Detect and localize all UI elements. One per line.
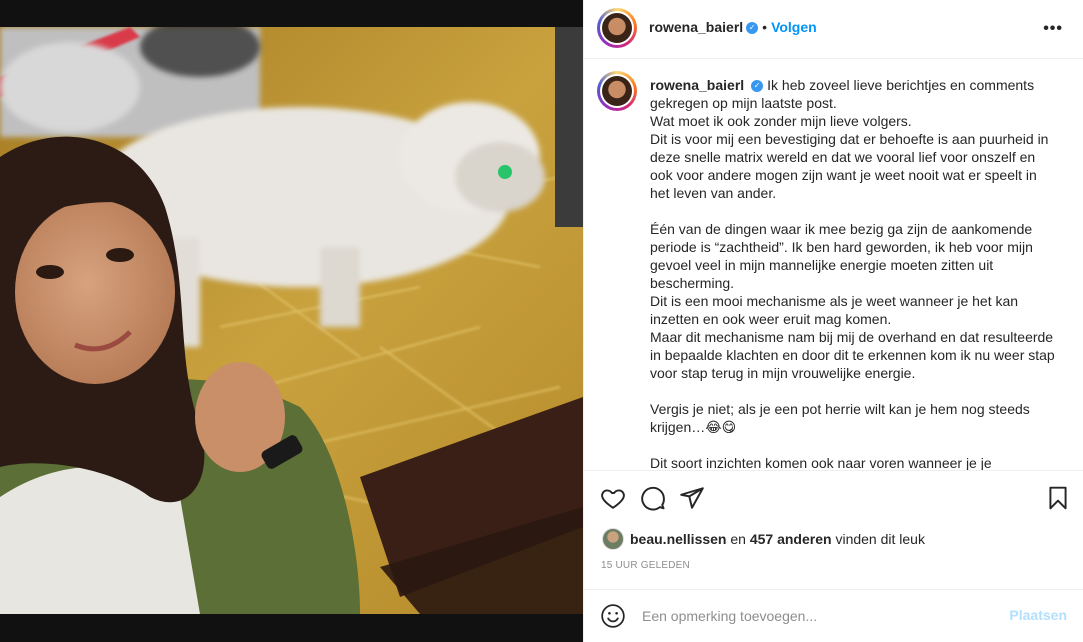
verified-badge-icon: ✓ <box>746 22 759 35</box>
save-bookmark-icon[interactable] <box>1045 485 1071 511</box>
liker-username[interactable]: beau.nellissen <box>630 531 726 547</box>
post-caption: rowena_baierl ✓ Ik heb zoveel lieve berich… <box>650 76 1060 470</box>
caption-author-avatar[interactable] <box>597 71 637 111</box>
caption-text: Ik heb zoveel lieve berichtjes en commen… <box>650 77 1055 470</box>
post-modal: rowena_baierl ✓ • Volgen ••• rowena_baierl ✓… <box>0 0 1083 642</box>
photo-bottom-bar <box>0 614 583 642</box>
author-avatar[interactable] <box>597 8 637 48</box>
header-user-line: rowena_baierl ✓ • Volgen <box>649 19 817 35</box>
verified-badge-icon: ✓ <box>751 80 764 93</box>
post-photo[interactable] <box>0 27 583 614</box>
author-username[interactable]: rowena_baierl <box>649 19 743 35</box>
separator-dot: • <box>762 19 768 35</box>
post-comment-button[interactable]: Plaatsen <box>1009 607 1067 623</box>
emoji-smiley-icon[interactable] <box>600 603 626 629</box>
photo-top-bar <box>0 0 583 27</box>
comment-input[interactable] <box>640 604 1004 628</box>
likes-connector: en <box>730 531 746 547</box>
photo-image <box>0 27 583 614</box>
post-actions: beau.nellissen en 457 anderen vinden dit… <box>584 470 1083 639</box>
post-sidebar: rowena_baierl ✓ • Volgen ••• rowena_baierl ✓… <box>583 0 1083 642</box>
comments-area[interactable]: rowena_baierl ✓ Ik heb zoveel lieve berich… <box>584 59 1083 470</box>
likes-count[interactable]: 457 anderen <box>750 531 832 547</box>
caption-username[interactable]: rowena_baierl <box>650 77 744 93</box>
likes-suffix: vinden dit leuk <box>835 531 925 547</box>
like-heart-icon[interactable] <box>600 485 626 511</box>
likes-summary: beau.nellissen en 457 anderen vinden dit… <box>602 528 925 550</box>
post-header: rowena_baierl ✓ • Volgen ••• <box>584 0 1083 59</box>
share-paper-plane-icon[interactable] <box>679 485 705 511</box>
add-comment-bar: Plaatsen <box>584 589 1083 640</box>
liker-avatar[interactable] <box>602 528 624 550</box>
follow-button[interactable]: Volgen <box>771 19 817 35</box>
post-timestamp[interactable]: 15 UUR GELEDEN <box>601 560 690 571</box>
comment-bubble-icon[interactable] <box>640 485 666 511</box>
more-options-icon[interactable]: ••• <box>1043 20 1063 38</box>
